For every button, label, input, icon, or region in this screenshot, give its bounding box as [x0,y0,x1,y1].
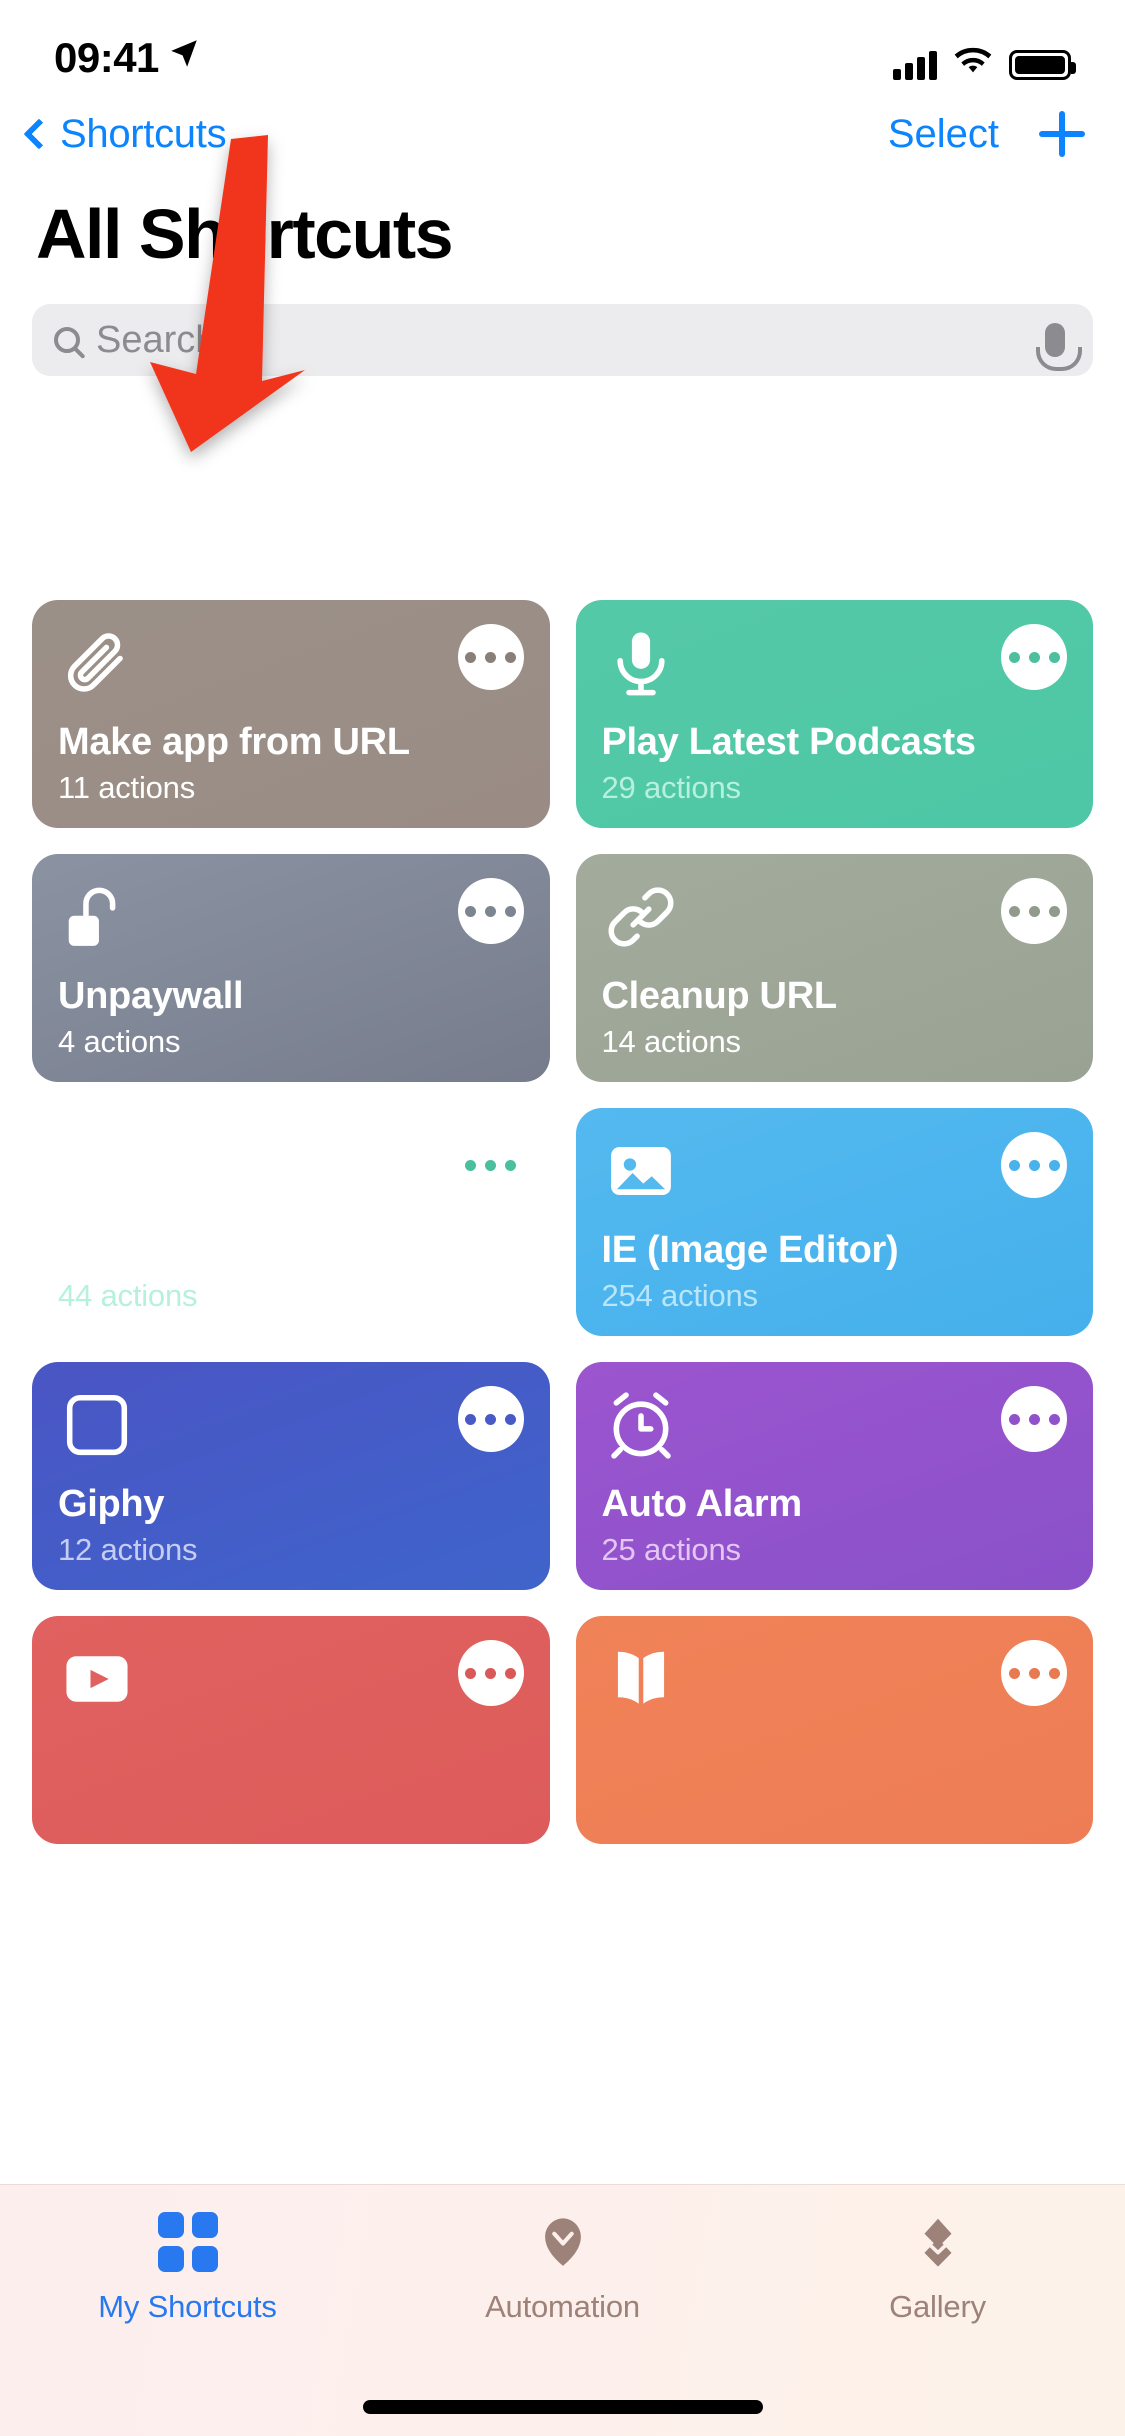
more-options-button[interactable] [1001,1132,1067,1198]
shortcut-action-count: 25 actions [601,1532,742,1567]
shortcut-title: Make app from URL [58,721,410,764]
status-bar-clock: 09:41 [54,34,159,81]
shortcut-title: Auto Alarm [601,1483,803,1526]
more-options-button[interactable] [457,1132,524,1198]
shortcut-card[interactable] [575,1616,1093,1844]
tab-gallery[interactable]: Gallery [750,2211,1125,2325]
shortcut-title: Play Latest Podcasts [601,721,976,764]
shortcut-title: IE (Image Editor) [601,1229,899,1272]
shortcut-title: Cleanup URL [601,975,838,1018]
shortcuts-scroll-area[interactable]: Make app from URL 11 actions Play Latest P… [0,600,1125,2184]
tab-automation-label: Automation [485,2289,640,2324]
checkmark-circle-icon [532,2211,594,2273]
video-play-icon [58,1640,136,1718]
tab-my-shortcuts[interactable]: My Shortcuts [0,2211,375,2325]
tab-automation[interactable]: Automation [375,2211,750,2325]
paperclip-icon [58,624,136,702]
tab-gallery-label: Gallery [889,2289,986,2324]
shortcut-card[interactable]: Open Link without Tracking 44 actions [32,1108,550,1336]
link-icon [602,878,680,956]
more-options-button[interactable] [457,624,524,690]
book-icon [602,1640,680,1718]
location-arrow-icon [167,32,201,80]
more-options-button[interactable] [1001,878,1067,944]
cellular-signal-icon [893,50,937,80]
shortcut-card[interactable]: Unpaywall 4 actions [32,854,550,1082]
shortcut-card[interactable]: IE (Image Editor) 254 actions [575,1108,1093,1336]
home-indicator [362,2400,763,2414]
shortcut-action-count: 11 actions [58,770,196,805]
shortcut-title: Giphy [58,1483,165,1526]
microphone-icon [602,624,680,702]
more-options-button[interactable] [1001,1640,1067,1706]
status-bar-time-group: 09:41 [54,34,201,82]
status-bar-indicators [893,47,1076,82]
alarm-clock-icon [602,1386,680,1464]
shortcut-card[interactable]: Make app from URL 11 actions [32,600,550,828]
tab-bar: My Shortcuts Automation Gallery [0,2184,1125,2436]
shortcut-card[interactable]: Cleanup URL 14 actions [575,854,1093,1082]
tab-my-shortcuts-label: My Shortcuts [98,2289,277,2324]
status-bar: 09:41 [0,0,1125,96]
shortcuts-grid: Make app from URL 11 actions Play Latest P… [0,600,1125,1844]
more-options-button[interactable] [457,1386,524,1452]
search-icon [54,327,80,353]
wifi-icon [953,47,993,82]
layers-icon [907,2211,969,2273]
plus-icon[interactable] [1039,111,1085,157]
shortcut-card[interactable]: Auto Alarm 25 actions [575,1362,1093,1590]
battery-full-icon [1009,49,1076,80]
shortcut-action-count: 44 actions [58,1278,198,1313]
photo-icon [602,1132,680,1210]
shortcut-action-count: 254 actions [601,1278,759,1313]
navigation-bar: Shortcuts Select [0,96,1125,172]
shortcut-card[interactable]: Play Latest Podcasts 29 actions [575,600,1093,828]
shortcut-card[interactable] [32,1616,550,1844]
square-icon [58,1386,136,1464]
shortcut-action-count: 4 actions [58,1024,181,1059]
search-container: Search [0,274,1125,376]
search-bar[interactable]: Search [32,304,1093,376]
chevron-left-icon [23,118,55,150]
back-button-label: Shortcuts [60,111,227,156]
microphone-icon[interactable] [1036,323,1082,371]
unlock-icon [58,878,136,956]
search-input[interactable]: Search [96,319,1029,362]
more-options-button[interactable] [457,1640,524,1706]
select-button[interactable]: Select [888,112,999,157]
nav-actions: Select [888,111,1085,157]
magic-wand-icon [58,1132,136,1210]
more-options-button[interactable] [457,878,524,944]
grid-squares-icon [157,2211,219,2273]
shortcut-card[interactable]: Giphy 12 actions [32,1362,550,1590]
more-options-button[interactable] [1001,1386,1067,1452]
shortcut-title: Unpaywall [58,975,244,1018]
shortcut-action-count: 29 actions [601,770,742,805]
more-options-button[interactable] [1001,624,1067,690]
shortcut-action-count: 14 actions [601,1024,742,1059]
page-title: All Shortcuts [36,195,454,273]
back-button[interactable]: Shortcuts [23,111,227,157]
shortcut-action-count: 12 actions [58,1532,198,1567]
